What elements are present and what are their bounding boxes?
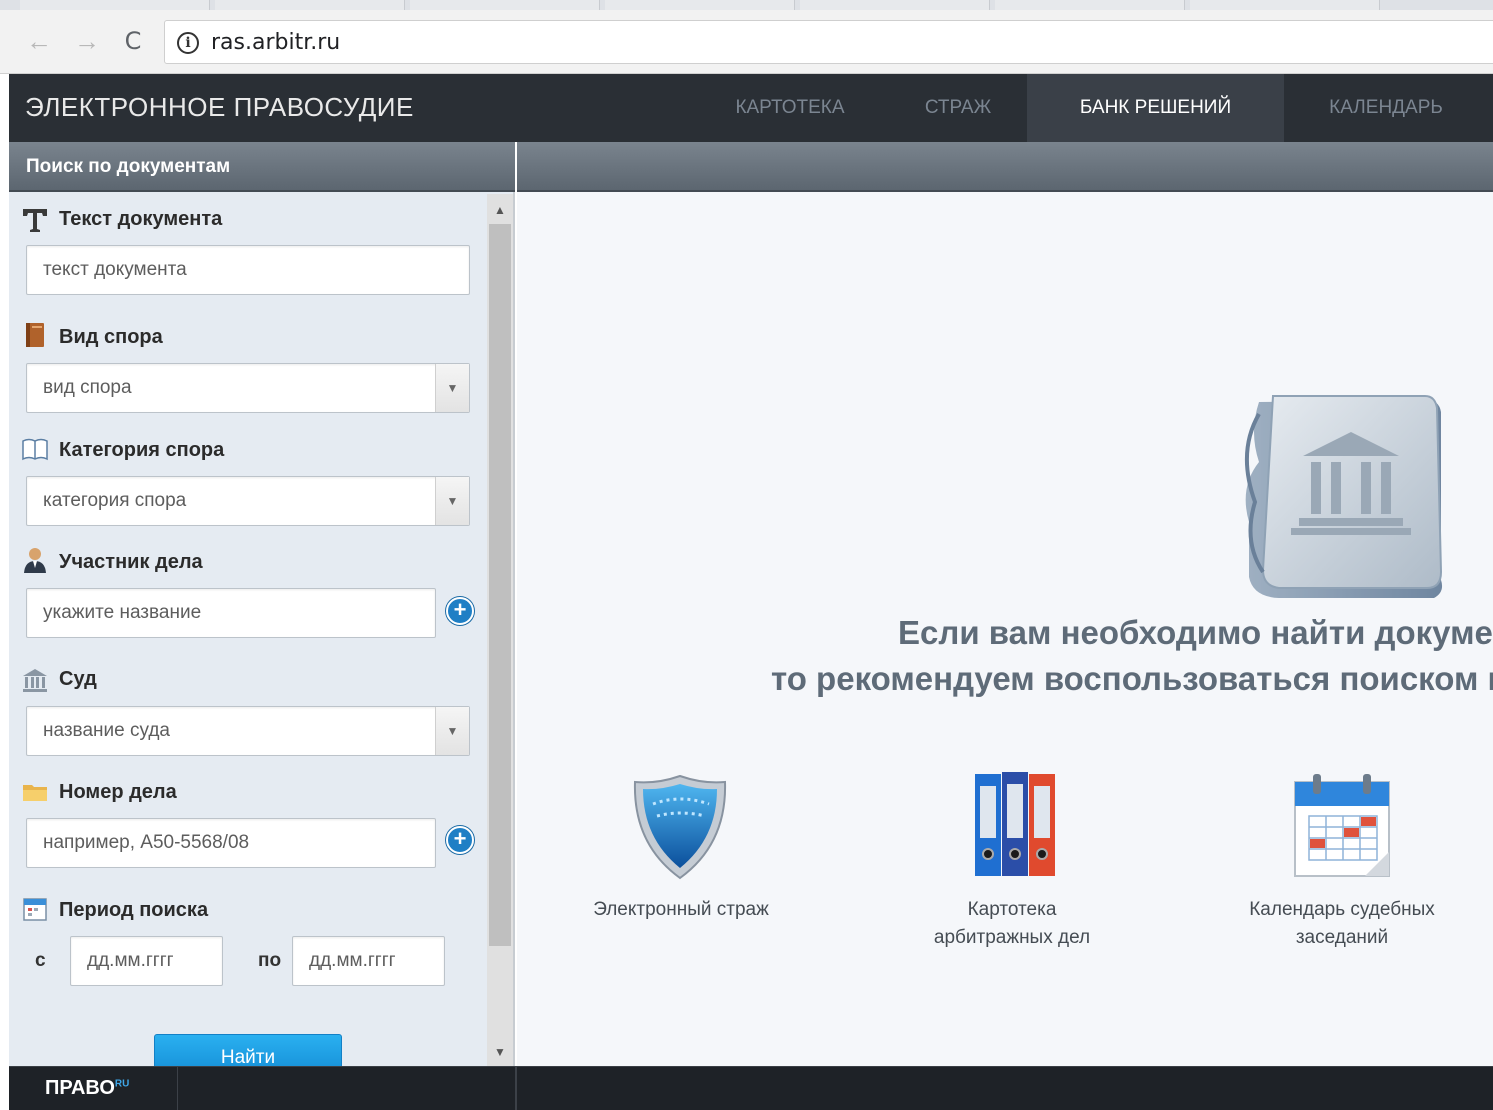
date-to-input[interactable] — [293, 937, 444, 985]
browser-tab[interactable] — [995, 0, 1185, 10]
scroll-up-icon[interactable]: ▲ — [487, 198, 513, 222]
footer-divider — [177, 1067, 178, 1110]
scrollbar[interactable]: ▲ ▼ — [487, 194, 513, 1066]
calendar-small-icon — [23, 898, 47, 921]
label-case-number: Номер дела — [59, 781, 177, 803]
court-select[interactable]: ▼ — [26, 706, 470, 756]
participant-field[interactable] — [26, 588, 436, 638]
folder-icon — [23, 785, 47, 801]
search-panel: Поиск по документам Текст документа Вид … — [9, 142, 515, 1074]
case-number-input[interactable] — [27, 819, 435, 867]
browser-tab[interactable] — [800, 0, 990, 10]
document-text-field[interactable] — [26, 245, 470, 295]
browser-tab[interactable] — [605, 0, 795, 10]
info-icon[interactable]: i — [177, 32, 199, 54]
nav-bank-resheniy[interactable]: БАНК РЕШЕНИЙ — [1027, 74, 1284, 142]
hint-line-2-text: то рекомендуем воспользоваться поиском в — [771, 660, 1493, 697]
court-book-icon — [1245, 395, 1443, 598]
dispute-type-input[interactable] — [27, 364, 469, 412]
chevron-down-icon[interactable]: ▼ — [435, 364, 469, 412]
browser-tab[interactable] — [20, 0, 210, 10]
forward-icon[interactable]: → — [72, 26, 102, 56]
date-from-input[interactable] — [71, 937, 222, 985]
label-court: Суд — [59, 668, 97, 690]
nav-strazh[interactable]: СТРАЖ — [889, 74, 1027, 142]
browser-tab[interactable] — [1190, 0, 1380, 10]
scrollbar-thumb[interactable] — [489, 224, 511, 946]
label-participant: Участник дела — [59, 551, 203, 573]
browser-tab-strip — [0, 0, 1493, 10]
chevron-down-icon[interactable]: ▼ — [435, 707, 469, 755]
back-icon[interactable]: ← — [24, 26, 54, 56]
dispute-category-select[interactable]: ▼ — [26, 476, 470, 526]
browser-tab[interactable] — [410, 0, 600, 10]
footer-bar: ПРАВОRU — [9, 1066, 1493, 1110]
footer-divider — [515, 1067, 517, 1110]
pravo-logo-suffix: RU — [114, 1078, 130, 1090]
browser-toolbar: ← → C i ras.arbitr.ru — [0, 10, 1493, 74]
scroll-down-icon[interactable]: ▼ — [487, 1040, 513, 1064]
add-case-number-button[interactable]: + — [446, 826, 474, 854]
label-dispute-category: Категория спора — [59, 439, 225, 461]
content-header-bar — [517, 142, 1493, 192]
date-to-field[interactable] — [292, 936, 445, 986]
search-panel-header: Поиск по документам — [9, 142, 515, 192]
case-number-field[interactable] — [26, 818, 436, 868]
search-panel-title: Поиск по документам — [26, 156, 231, 177]
app-header: ЭЛЕКТРОННОЕ ПРАВОСУДИЕ КАРТОТЕКА СТРАЖ Б… — [9, 74, 1493, 142]
browser-tab[interactable] — [215, 0, 405, 10]
dispute-category-input[interactable] — [27, 477, 469, 525]
add-participant-button[interactable]: + — [446, 597, 474, 625]
dispute-type-select[interactable]: ▼ — [26, 363, 470, 413]
calendar-icon[interactable] — [1291, 772, 1393, 880]
content-area: Если вам необходимо найти документ то ре… — [517, 142, 1493, 1066]
document-text-input[interactable] — [27, 246, 469, 294]
open-book-icon — [22, 438, 48, 461]
label-document-text: Текст документа — [59, 208, 223, 230]
date-from-field[interactable] — [70, 936, 223, 986]
text-type-icon — [23, 209, 47, 232]
period-to-label: по — [258, 950, 282, 971]
nav-kartoteka[interactable]: КАРТОТЕКА — [709, 74, 871, 142]
court-input[interactable] — [27, 707, 469, 755]
chevron-down-icon[interactable]: ▼ — [435, 477, 469, 525]
url-text: ras.arbitr.ru — [211, 30, 341, 55]
shield-icon[interactable] — [633, 774, 727, 880]
feature-kartoteka[interactable]: Картотека арбитражных дел — [911, 896, 1113, 952]
feature-elektronny-strazh[interactable]: Электронный страж — [577, 896, 785, 924]
reload-icon[interactable]: C — [118, 26, 148, 56]
label-dispute-type: Вид спора — [59, 326, 163, 348]
courthouse-icon — [23, 669, 47, 692]
feature-kalendar[interactable]: Календарь судебных заседаний — [1231, 896, 1453, 952]
pravo-logo-text: ПРАВО — [45, 1077, 115, 1099]
binders-icon[interactable] — [973, 770, 1057, 878]
address-bar[interactable]: i ras.arbitr.ru — [164, 20, 1493, 64]
brand-title[interactable]: ЭЛЕКТРОННОЕ ПРАВОСУДИЕ — [25, 92, 414, 123]
book-icon — [26, 323, 44, 347]
hint-line-1: Если вам необходимо найти документ — [898, 614, 1493, 651]
label-period: Период поиска — [59, 899, 209, 921]
pravo-logo[interactable]: ПРАВОRU — [45, 1077, 129, 1100]
nav-kalendar[interactable]: КАЛЕНДАРЬ — [1299, 74, 1473, 142]
participant-input[interactable] — [27, 589, 435, 637]
person-icon — [24, 548, 46, 573]
period-from-label: с — [35, 950, 46, 971]
hint-line-2: то рекомендуем воспользоваться поиском в… — [771, 660, 1493, 698]
